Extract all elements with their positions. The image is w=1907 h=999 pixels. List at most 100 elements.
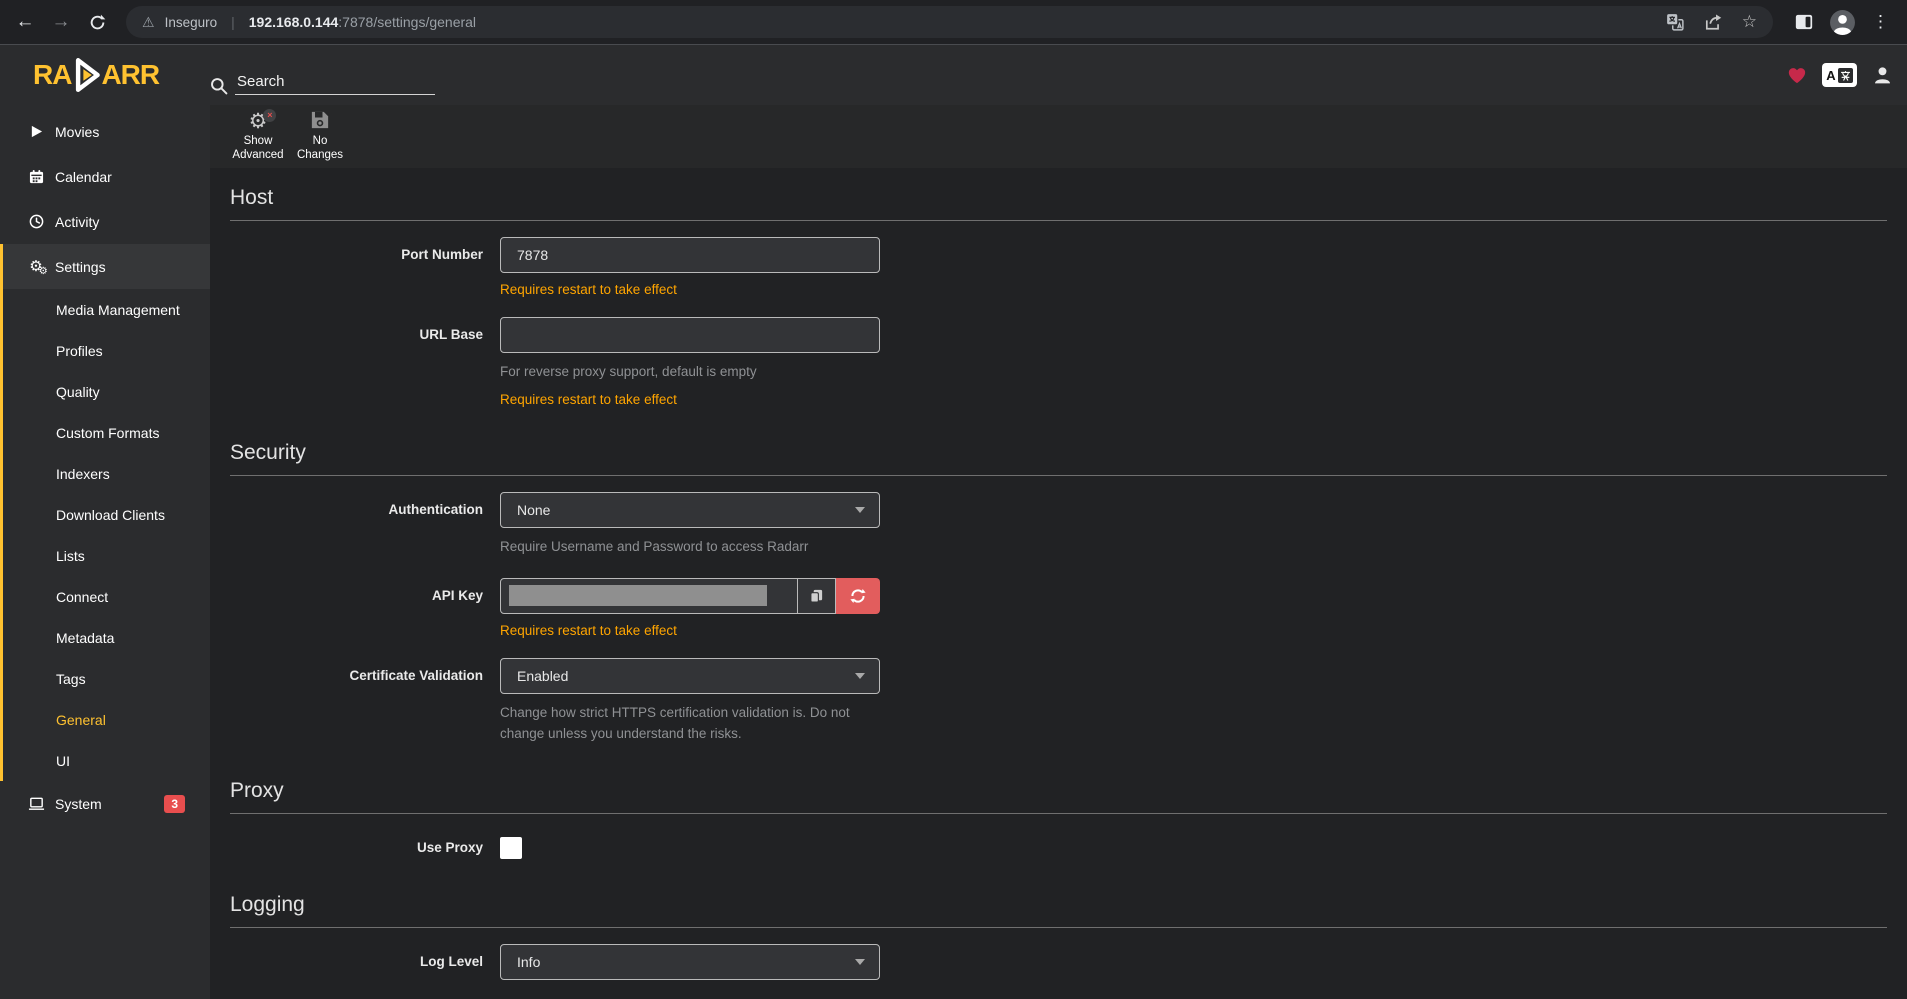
url-base-row: URL Base For reverse proxy support, defa… — [230, 317, 1887, 407]
url-host: 192.168.0.144 — [249, 14, 339, 30]
radarr-logo[interactable]: RA ARR — [0, 45, 210, 105]
sidebar-item-media-management[interactable]: Media Management — [3, 289, 210, 330]
sidebar-item-general[interactable]: General — [3, 699, 210, 740]
address-bar[interactable]: ⚠ Inseguro | 192.168.0.144:7878/settings… — [126, 6, 1773, 38]
browser-forward-button[interactable]: → — [46, 7, 76, 37]
bookmark-star-icon[interactable]: ☆ — [1742, 12, 1757, 32]
sidebar-item-lists[interactable]: Lists — [3, 535, 210, 576]
certificate-validation-help: Change how strict HTTPS certification va… — [500, 703, 880, 745]
user-icon[interactable] — [1872, 65, 1893, 86]
port-number-input[interactable] — [500, 237, 880, 273]
sidebar-item-custom-formats[interactable]: Custom Formats — [3, 412, 210, 453]
port-number-row: Port Number Requires restart to take eff… — [230, 237, 1887, 297]
sidebar-item-ui[interactable]: UI — [3, 740, 210, 781]
restart-warning: Requires restart to take effect — [500, 282, 880, 297]
sidebar-item-label: Tags — [56, 671, 86, 687]
use-proxy-label: Use Proxy — [230, 830, 483, 859]
toolbar-button-label: Advanced — [232, 149, 283, 163]
sidebar-item-connect[interactable]: Connect — [3, 576, 210, 617]
chevron-down-icon — [855, 959, 865, 965]
certificate-validation-row: Certificate Validation Enabled Change ho… — [230, 658, 1887, 745]
sidebar-item-quality[interactable]: Quality — [3, 371, 210, 412]
search-bar — [210, 71, 435, 105]
section-title-logging: Logging — [230, 893, 1887, 928]
sidebar-item-calendar[interactable]: Calendar — [0, 154, 210, 199]
restart-warning: Requires restart to take effect — [500, 392, 880, 407]
toolbar-button-label: Show — [244, 135, 273, 149]
translate-badge[interactable]: A — [1822, 63, 1857, 87]
regenerate-api-key-button[interactable] — [836, 578, 880, 614]
laptop-icon — [27, 797, 45, 811]
sidebar-item-settings[interactable]: ⚙⚙ Settings — [3, 244, 210, 289]
sidebar-item-indexers[interactable]: Indexers — [3, 453, 210, 494]
settings-general-content: Host Port Number Requires restart to tak… — [210, 168, 1907, 999]
use-proxy-checkbox[interactable] — [500, 837, 522, 859]
certificate-validation-select[interactable]: Enabled — [500, 658, 880, 694]
sidebar-item-label: Indexers — [56, 466, 110, 482]
api-key-label: API Key — [230, 578, 483, 638]
sidebar-item-label: System — [55, 796, 102, 812]
profile-avatar[interactable] — [1829, 9, 1856, 36]
save-changes-button[interactable]: No Changes — [289, 110, 351, 163]
sidebar-item-label: UI — [56, 753, 70, 769]
authentication-value: None — [517, 502, 550, 518]
url-base-label: URL Base — [230, 317, 483, 407]
api-key-input[interactable] — [500, 578, 798, 614]
sidebar-item-system[interactable]: System 3 — [0, 781, 210, 826]
sidebar-item-metadata[interactable]: Metadata — [3, 617, 210, 658]
sidebar-item-label: General — [56, 712, 106, 728]
reload-icon — [89, 14, 106, 31]
sidebar-item-label: Media Management — [56, 302, 180, 318]
copy-api-key-button[interactable] — [798, 578, 836, 614]
radarr-play-icon — [67, 55, 105, 95]
restart-warning: Requires restart to take effect — [500, 623, 880, 638]
sidebar: Movies Calendar Activity ⚙⚙ Settings Med… — [0, 105, 210, 999]
url-base-input[interactable] — [500, 317, 880, 353]
insecure-warning-icon: ⚠ — [142, 14, 155, 31]
section-host: Host Port Number Requires restart to tak… — [230, 186, 1887, 407]
certificate-validation-value: Enabled — [517, 668, 568, 684]
share-icon[interactable] — [1704, 13, 1722, 31]
browser-menu-icon[interactable]: ⋮ — [1872, 12, 1889, 32]
authentication-help: Require Username and Password to access … — [500, 537, 880, 558]
sidebar-item-download-clients[interactable]: Download Clients — [3, 494, 210, 535]
certificate-validation-label: Certificate Validation — [230, 658, 483, 745]
url-text[interactable]: 192.168.0.144:7878/settings/general — [249, 14, 476, 30]
advanced-hidden-icon: × — [263, 109, 276, 122]
sidebar-item-tags[interactable]: Tags — [3, 658, 210, 699]
search-input[interactable] — [235, 71, 435, 95]
sidebar-item-activity[interactable]: Activity — [0, 199, 210, 244]
omnibox-separator: | — [227, 14, 239, 30]
translate-page-icon[interactable] — [1666, 13, 1684, 31]
section-title-proxy: Proxy — [230, 779, 1887, 814]
sidebar-item-label: Settings — [55, 259, 106, 275]
clock-icon — [27, 214, 45, 229]
log-level-label: Log Level — [230, 944, 483, 980]
sidebar-item-label: Download Clients — [56, 507, 165, 523]
header-right-controls: A — [1787, 63, 1907, 105]
sidebar-item-label: Movies — [55, 124, 99, 140]
sidebar-item-profiles[interactable]: Profiles — [3, 330, 210, 371]
show-advanced-button[interactable]: ⚙× Show Advanced — [227, 110, 289, 163]
calendar-icon — [27, 169, 45, 184]
sidebar-item-label: Lists — [56, 548, 85, 564]
security-label[interactable]: Inseguro — [165, 15, 218, 30]
api-key-row: API Key Requires restart to take effect — [230, 578, 1887, 638]
browser-back-button[interactable]: ← — [10, 7, 40, 37]
authentication-label: Authentication — [230, 492, 483, 558]
toolbar-button-label: No — [313, 135, 328, 149]
save-icon — [310, 110, 330, 135]
log-level-select[interactable]: Info — [500, 944, 880, 980]
logo-text-left: RA — [33, 59, 71, 91]
browser-reload-button[interactable] — [82, 7, 112, 37]
search-icon — [210, 77, 228, 95]
donate-heart-icon[interactable] — [1787, 66, 1807, 84]
copy-icon — [809, 588, 824, 604]
chevron-down-icon — [855, 673, 865, 679]
side-panel-icon[interactable] — [1795, 14, 1813, 30]
authentication-select[interactable]: None — [500, 492, 880, 528]
app-header: RA ARR A — [0, 45, 1907, 105]
sidebar-item-movies[interactable]: Movies — [0, 109, 210, 154]
forward-icon: → — [52, 11, 71, 33]
url-path: :7878/settings/general — [338, 14, 476, 30]
